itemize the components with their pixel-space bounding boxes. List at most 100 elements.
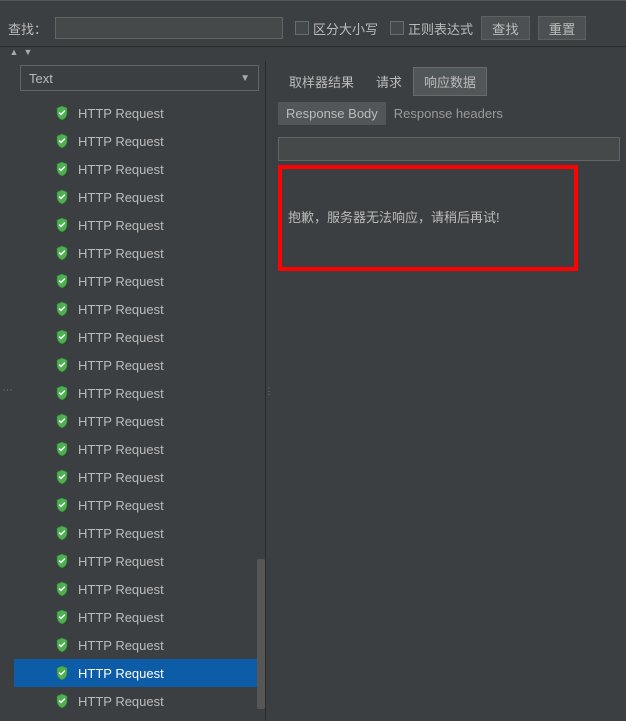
tree-item[interactable]: HTTP Request <box>14 155 265 183</box>
tree-item-label: HTTP Request <box>78 106 164 121</box>
main-area: ⋮ Text ▼ HTTP Request HTTP Request HTTP … <box>0 61 626 721</box>
tree-item[interactable]: HTTP Request <box>14 519 265 547</box>
shield-check-icon <box>54 525 70 541</box>
tree-item[interactable]: HTTP Request <box>14 99 265 127</box>
tree-item[interactable]: HTTP Request <box>14 631 265 659</box>
tree-item[interactable]: HTTP Request <box>14 267 265 295</box>
tree-item-label: HTTP Request <box>78 162 164 177</box>
tree-item[interactable]: HTTP Request <box>14 239 265 267</box>
sub-tab-response-body[interactable]: Response Body <box>278 102 386 125</box>
response-body-text: 抱歉，服务器无法响应，请稍后再试! <box>288 207 500 226</box>
shield-check-icon <box>54 245 70 261</box>
tab-sampler-result[interactable]: 取样器结果 <box>278 67 365 96</box>
tab-response-data[interactable]: 响应数据 <box>413 67 487 96</box>
regex-wrap: 正则表达式 <box>390 19 473 38</box>
tree-item-label: HTTP Request <box>78 414 164 429</box>
shield-check-icon <box>54 161 70 177</box>
tree-item[interactable]: HTTP Request <box>14 575 265 603</box>
tree-item[interactable]: HTTP Request <box>14 407 265 435</box>
shield-check-icon <box>54 385 70 401</box>
reset-button[interactable]: 重置 <box>538 16 587 40</box>
sub-tab-response-headers[interactable]: Response headers <box>386 102 511 125</box>
content-wrap: 抱歉，服务器无法响应，请稍后再试! <box>272 131 626 721</box>
tree-item-label: HTTP Request <box>78 134 164 149</box>
chevron-down-icon: ▼ <box>240 73 250 84</box>
tree-item-label: HTTP Request <box>78 638 164 653</box>
request-tree: HTTP Request HTTP Request HTTP Request H… <box>14 97 265 721</box>
shield-check-icon <box>54 609 70 625</box>
regex-checkbox[interactable] <box>390 21 404 35</box>
tree-item[interactable]: HTTP Request <box>14 435 265 463</box>
tree-item-label: HTTP Request <box>78 470 164 485</box>
tree-item-label: HTTP Request <box>78 610 164 625</box>
tree-item[interactable]: HTTP Request <box>14 463 265 491</box>
search-bar: 查找： 区分大小写 正则表达式 查找 重置 <box>0 10 626 47</box>
case-sensitive-wrap: 区分大小写 <box>295 19 378 38</box>
shield-check-icon <box>54 273 70 289</box>
shield-check-icon <box>54 189 70 205</box>
shield-check-icon <box>54 637 70 653</box>
tab-request[interactable]: 请求 <box>365 67 413 96</box>
format-dropdown[interactable]: Text ▼ <box>20 65 259 91</box>
regex-label: 正则表达式 <box>408 19 473 38</box>
tree-item-label: HTTP Request <box>78 526 164 541</box>
tree-item[interactable]: HTTP Request <box>14 547 265 575</box>
nav-arrows: ▲ ▼ <box>0 47 626 61</box>
content-field[interactable] <box>278 137 620 161</box>
shield-check-icon <box>54 665 70 681</box>
left-gutter: ⋮ <box>0 61 14 721</box>
tree-item[interactable]: HTTP Request <box>14 379 265 407</box>
tree-item-label: HTTP Request <box>78 330 164 345</box>
tree-item-label: HTTP Request <box>78 246 164 261</box>
dropdown-value: Text <box>29 71 53 86</box>
tree-item-label: HTTP Request <box>78 274 164 289</box>
tree-item[interactable]: HTTP Request <box>14 351 265 379</box>
tree-item[interactable]: HTTP Request <box>14 687 265 715</box>
tree-item[interactable]: HTTP Request <box>14 211 265 239</box>
arrow-up-icon[interactable]: ▲ <box>8 47 20 61</box>
tree-item-label: HTTP Request <box>78 218 164 233</box>
arrow-down-icon[interactable]: ▼ <box>22 47 34 61</box>
tree-item-label: HTTP Request <box>78 582 164 597</box>
left-panel: Text ▼ HTTP Request HTTP Request HTTP Re… <box>14 61 266 721</box>
search-input[interactable] <box>55 17 283 39</box>
tree-item-label: HTTP Request <box>78 694 164 709</box>
find-button[interactable]: 查找 <box>481 16 530 40</box>
tree-item-label: HTTP Request <box>78 302 164 317</box>
top-border <box>0 0 626 10</box>
shield-check-icon <box>54 497 70 513</box>
tree-item-label: HTTP Request <box>78 554 164 569</box>
tree-item-label: HTTP Request <box>78 358 164 373</box>
tree-item-label: HTTP Request <box>78 498 164 513</box>
tree-item[interactable]: HTTP Request <box>14 295 265 323</box>
sub-tabs: Response Body Response headers <box>272 96 626 131</box>
tree-item[interactable]: HTTP Request <box>14 491 265 519</box>
tree-item-label: HTTP Request <box>78 442 164 457</box>
main-tabs: 取样器结果 请求 响应数据 <box>272 61 626 96</box>
shield-check-icon <box>54 329 70 345</box>
shield-check-icon <box>54 217 70 233</box>
tree-item-label: HTTP Request <box>78 666 164 681</box>
shield-check-icon <box>54 357 70 373</box>
tree-item[interactable]: HTTP Request <box>14 127 265 155</box>
shield-check-icon <box>54 441 70 457</box>
tree-item[interactable]: HTTP Request <box>14 323 265 351</box>
tree-item[interactable]: HTTP Request <box>14 603 265 631</box>
shield-check-icon <box>54 105 70 121</box>
search-label: 查找： <box>8 19 47 38</box>
right-panel: 取样器结果 请求 响应数据 Response Body Response hea… <box>272 61 626 721</box>
shield-check-icon <box>54 693 70 709</box>
shield-check-icon <box>54 413 70 429</box>
shield-check-icon <box>54 553 70 569</box>
case-sensitive-label: 区分大小写 <box>313 19 378 38</box>
tree-item[interactable]: HTTP Request <box>14 183 265 211</box>
tree-item-label: HTTP Request <box>78 386 164 401</box>
tree-item[interactable]: HTTP Request <box>14 659 265 687</box>
case-sensitive-checkbox[interactable] <box>295 21 309 35</box>
shield-check-icon <box>54 469 70 485</box>
shield-check-icon <box>54 581 70 597</box>
tree-item-label: HTTP Request <box>78 190 164 205</box>
shield-check-icon <box>54 301 70 317</box>
scrollbar[interactable] <box>257 559 265 709</box>
shield-check-icon <box>54 133 70 149</box>
